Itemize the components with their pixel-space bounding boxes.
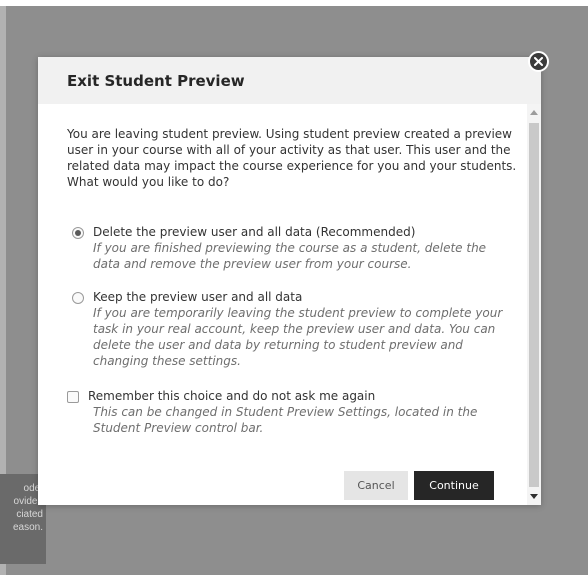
continue-button[interactable]: Continue	[414, 471, 494, 500]
option-label[interactable]: Delete the preview user and all data (Re…	[93, 224, 415, 240]
keep-data-radio[interactable]	[72, 292, 84, 304]
dialog-header: Exit Student Preview	[38, 57, 541, 104]
exit-student-preview-dialog: Exit Student Preview You are leaving stu…	[38, 57, 541, 505]
close-dialog-button[interactable]	[528, 51, 549, 72]
dialog-body: You are leaving student preview. Using s…	[38, 104, 527, 505]
option-help-text: If you are temporarily leaving the stude…	[93, 306, 503, 368]
background-text-line: ovided	[13, 496, 43, 507]
scroll-thumb[interactable]	[529, 123, 539, 487]
background-text-line: ciated	[16, 509, 43, 520]
dialog-title: Exit Student Preview	[67, 72, 245, 90]
remember-choice-label[interactable]: Remember this choice and do not ask me a…	[88, 388, 375, 404]
option-label[interactable]: Keep the preview user and all data	[93, 289, 302, 305]
delete-data-radio[interactable]	[72, 227, 84, 239]
intro-text: You are leaving student preview. Using s…	[67, 127, 517, 189]
remember-choice-help-text: This can be changed in Student Preview S…	[93, 405, 478, 435]
remember-choice-checkbox[interactable]	[67, 391, 79, 403]
background-text-line: eason.	[12, 522, 43, 533]
close-icon	[534, 57, 543, 66]
dialog-scrollbar[interactable]	[527, 104, 541, 505]
cancel-button[interactable]: Cancel	[344, 471, 408, 500]
scroll-up-arrow-icon[interactable]	[530, 110, 538, 115]
option-help-text: If you are finished previewing the cours…	[93, 241, 487, 271]
background-text-line: ode,	[23, 483, 43, 494]
scroll-down-arrow-icon[interactable]	[530, 494, 538, 499]
